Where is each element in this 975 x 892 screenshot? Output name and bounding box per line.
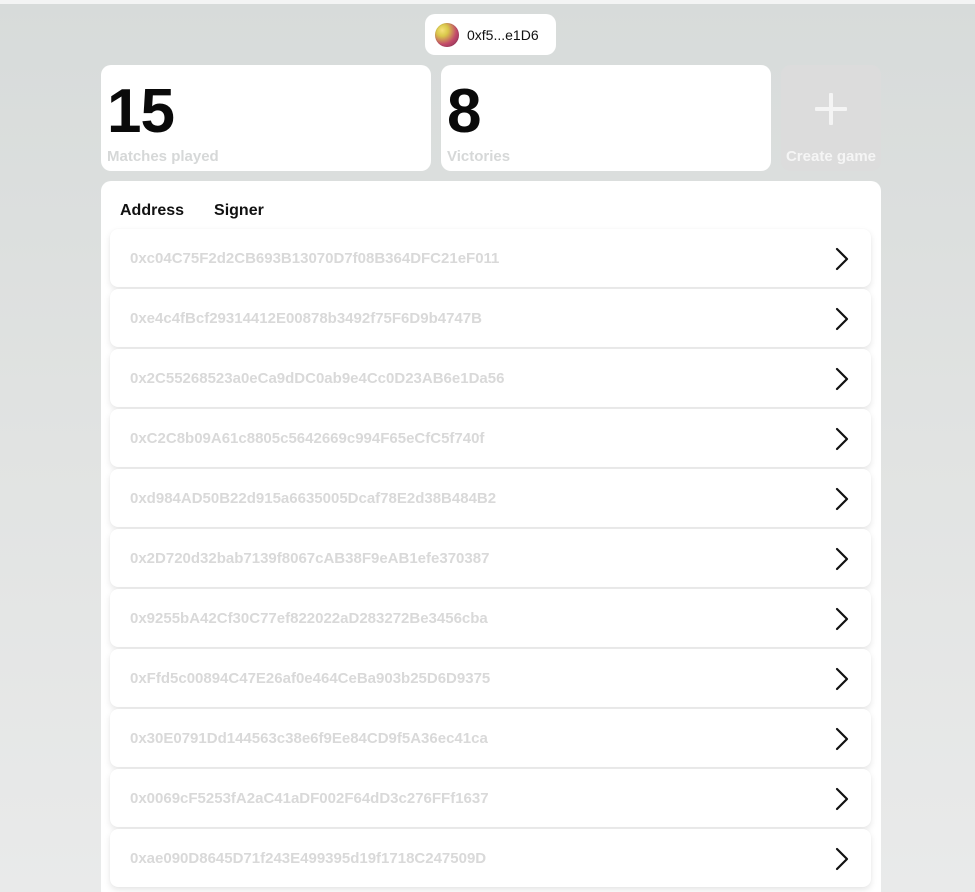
column-header-signer: Signer <box>214 202 264 219</box>
chevron-right-icon[interactable] <box>835 547 849 571</box>
table-row[interactable]: 0xFfd5c00894C47E26af0e464CeBa903b25D6D93… <box>110 649 871 707</box>
chevron-right-icon[interactable] <box>835 607 849 631</box>
victories-label: Victories <box>447 148 511 165</box>
column-header-address: Address <box>120 202 185 219</box>
top-bar <box>0 0 975 4</box>
table-row[interactable]: 0xc04C75F2d2CB693B13070D7f08B364DFC21eF0… <box>110 229 871 287</box>
row-address: 0x2C55268523a0eCa9dDC0ab9e4Cc0D23AB6e1Da… <box>130 370 505 387</box>
table-row[interactable]: 0xC2C8b09A61c8805c5642669c994F65eCfC5f74… <box>110 409 871 467</box>
table-row[interactable]: 0xd984AD50B22d915a6635005Dcaf78E2d38B484… <box>110 469 871 527</box>
create-game-label: Create game <box>785 148 877 165</box>
table-row[interactable]: 0xae090D8645D71f243E499395d19f1718C24750… <box>110 829 871 887</box>
chevron-right-icon[interactable] <box>835 367 849 391</box>
matches-played-label: Matches played <box>107 148 219 165</box>
row-address: 0x2D720d32bab7139f8067cAB38F9eAB1efe3703… <box>130 550 490 567</box>
row-address: 0xC2C8b09A61c8805c5642669c994F65eCfC5f74… <box>130 430 485 447</box>
table-row[interactable]: 0x30E0791Dd144563c38e6f9Ee84CD9f5A36ec41… <box>110 709 871 767</box>
chevron-right-icon[interactable] <box>835 667 849 691</box>
chevron-right-icon[interactable] <box>835 247 849 271</box>
games-list: 0xc04C75F2d2CB693B13070D7f08B364DFC21eF0… <box>110 229 871 889</box>
table-row[interactable]: 0x2D720d32bab7139f8067cAB38F9eAB1efe3703… <box>110 529 871 587</box>
chevron-right-icon[interactable] <box>835 727 849 751</box>
matches-played-card: 15 Matches played <box>101 65 431 171</box>
row-address: 0xd984AD50B22d915a6635005Dcaf78E2d38B484… <box>130 490 497 507</box>
victories-value: 8 <box>447 77 481 146</box>
row-address: 0x0069cF5253fA2aC41aDF002F64dD3c276FFf16… <box>130 790 489 807</box>
row-address: 0xc04C75F2d2CB693B13070D7f08B364DFC21eF0… <box>130 250 500 267</box>
chevron-right-icon[interactable] <box>835 307 849 331</box>
chevron-right-icon[interactable] <box>835 787 849 811</box>
table-row[interactable]: 0xe4c4fBcf29314412E00878b3492f75F6D9b474… <box>110 289 871 347</box>
avatar <box>435 22 459 47</box>
games-panel: Address Signer 0xc04C75F2d2CB693B13070D7… <box>101 181 881 892</box>
plus-icon <box>815 93 847 125</box>
row-address: 0xae090D8645D71f243E499395d19f1718C24750… <box>130 850 487 867</box>
chevron-right-icon[interactable] <box>835 487 849 511</box>
table-row[interactable]: 0x2C55268523a0eCa9dDC0ab9e4Cc0D23AB6e1Da… <box>110 349 871 407</box>
wallet-address: 0xf5...e1D6 <box>467 26 539 43</box>
table-row[interactable]: 0x9255bA42Cf30C77ef822022aD283272Be3456c… <box>110 589 871 647</box>
chevron-right-icon[interactable] <box>835 427 849 451</box>
row-address: 0x9255bA42Cf30C77ef822022aD283272Be3456c… <box>130 610 488 627</box>
row-address: 0x30E0791Dd144563c38e6f9Ee84CD9f5A36ec41… <box>130 730 488 747</box>
chevron-right-icon[interactable] <box>835 847 849 871</box>
table-row[interactable]: 0x0069cF5253fA2aC41aDF002F64dD3c276FFf16… <box>110 769 871 827</box>
row-address: 0xFfd5c00894C47E26af0e464CeBa903b25D6D93… <box>130 670 491 687</box>
row-address: 0xe4c4fBcf29314412E00878b3492f75F6D9b474… <box>130 310 482 327</box>
victories-card: 8 Victories <box>441 65 771 171</box>
create-game-button[interactable]: Create game <box>781 65 881 171</box>
matches-played-value: 15 <box>107 77 175 146</box>
table-header: Address Signer <box>120 202 264 220</box>
wallet-button[interactable]: 0xf5...e1D6 <box>425 14 556 55</box>
